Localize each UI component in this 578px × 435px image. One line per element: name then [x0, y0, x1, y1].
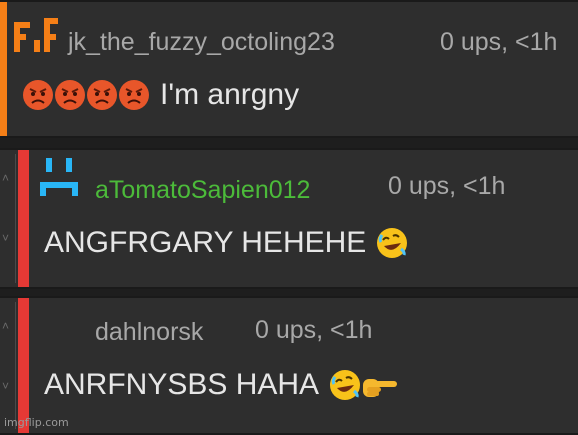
comment-meta: 0 ups, <1h [255, 316, 373, 344]
pouting-face-icon [86, 79, 118, 111]
watermark: imgflip.com [4, 416, 69, 429]
backhand-index-pointing-right-icon [361, 369, 398, 401]
comment-2: ˄ ˅ aTomatoSapien012 0 ups, <1h ANGFRGAR… [0, 148, 578, 289]
vote-column: ˄ ˅ [0, 154, 16, 283]
comment-body: I'm anrgny [22, 78, 299, 112]
pouting-face-icon [54, 79, 86, 111]
username-link[interactable]: aTomatoSapien012 [95, 176, 310, 205]
comment-thread-bar [18, 150, 29, 287]
downvote-arrow-icon[interactable]: ˅ [2, 232, 9, 244]
rolling-on-floor-laughing-icon [376, 227, 408, 259]
username-link[interactable]: jk_the_fuzzy_octoling23 [68, 28, 335, 57]
comment-text: ANRFNYSBS HAHA [44, 368, 320, 401]
comment-1: jk_the_fuzzy_octoling23 0 ups, <1h I'm a… [0, 0, 578, 138]
orange-pixel-avatar-icon[interactable] [14, 18, 66, 58]
comment-meta: 0 ups, <1h [388, 172, 506, 200]
comment-body: ANGFRGARY HEHEHE [44, 226, 408, 260]
pouting-face-icon [118, 79, 150, 111]
upvote-arrow-icon[interactable]: ˄ [2, 320, 9, 332]
comment-meta: 0 ups, <1h [440, 28, 558, 56]
username-link[interactable]: dahlnorsk [95, 318, 203, 347]
comment-thread-bar [18, 298, 29, 433]
comment-3: ˄ ˅ dahlnorsk 0 ups, <1h ANRFNYSBS HAHA [0, 296, 578, 435]
rolling-on-floor-laughing-icon [329, 369, 361, 401]
comment-text: I'm anrgny [160, 78, 300, 111]
comment-thread-bar [0, 2, 7, 136]
vote-column: ˄ ˅ [0, 302, 16, 429]
pouting-face-icon [22, 79, 54, 111]
cyan-frown-avatar-icon[interactable] [38, 158, 82, 202]
upvote-arrow-icon[interactable]: ˄ [2, 172, 9, 184]
downvote-arrow-icon[interactable]: ˅ [2, 380, 9, 392]
comment-body: ANRFNYSBS HAHA [44, 368, 398, 402]
comment-text: ANGFRGARY HEHEHE [44, 226, 367, 259]
